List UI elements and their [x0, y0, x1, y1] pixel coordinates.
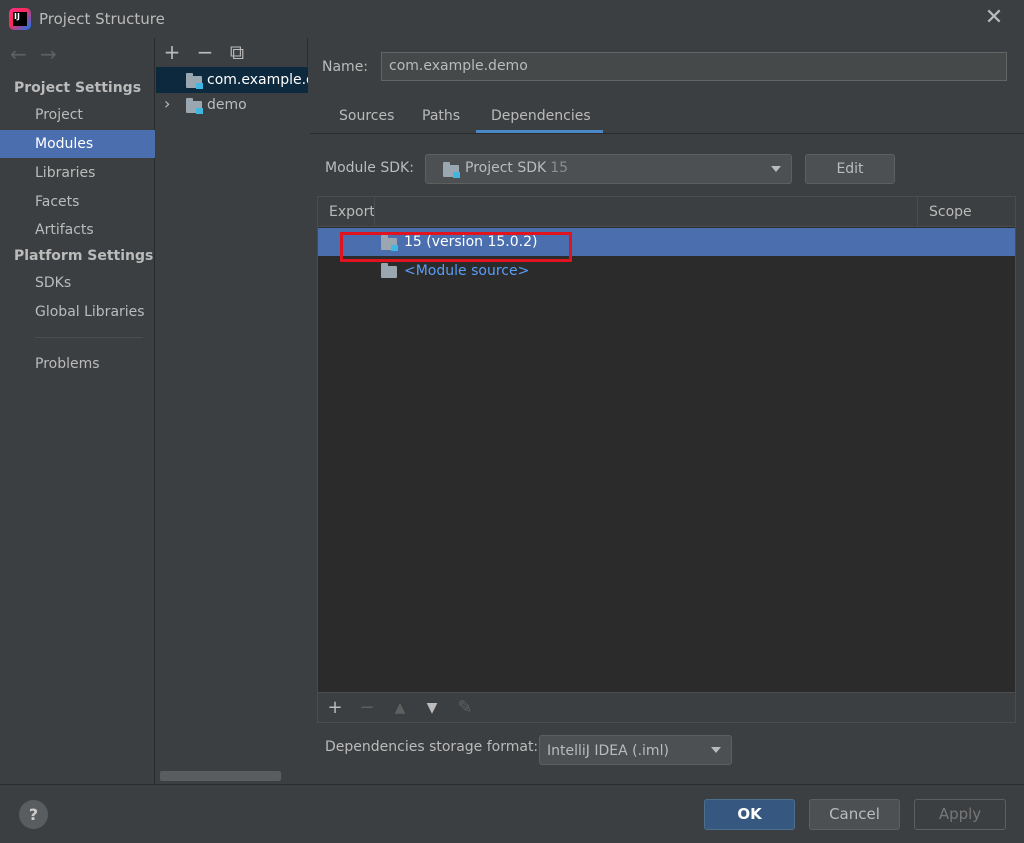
sidebar-divider	[35, 337, 143, 338]
move-down-icon[interactable]: ▼	[422, 700, 442, 716]
tree-item-demo[interactable]: › demo	[156, 92, 308, 118]
name-label: Name:	[322, 59, 369, 75]
sidebar-item-facets[interactable]: Facets	[0, 188, 155, 216]
tree-item-label: com.example.demo	[207, 72, 308, 88]
chevron-down-icon[interactable]	[711, 747, 721, 753]
add-icon[interactable]: +	[162, 40, 182, 64]
module-sdk-label: Module SDK:	[325, 160, 414, 176]
table-header	[318, 197, 1015, 227]
tabs-divider	[310, 133, 1024, 134]
horizontal-scrollbar[interactable]	[160, 771, 281, 781]
cancel-button[interactable]: Cancel	[809, 799, 900, 830]
column-header-scope[interactable]: Scope	[929, 204, 972, 220]
copy-icon[interactable]: ⧉	[227, 40, 247, 64]
close-icon[interactable]: ✕	[982, 6, 1006, 30]
project-settings-header: Project Settings	[14, 80, 142, 96]
sidebar-item-artifacts[interactable]: Artifacts	[0, 216, 155, 244]
sidebar-item-libraries[interactable]: Libraries	[0, 159, 155, 187]
sidebar-item-sdks[interactable]: SDKs	[0, 269, 155, 297]
forward-arrow-icon[interactable]: →	[40, 42, 57, 66]
sidebar-item-modules[interactable]: Modules	[0, 130, 155, 158]
module-folder-icon	[186, 98, 203, 114]
column-separator	[374, 197, 375, 227]
sdk-name: Project SDK	[465, 160, 547, 176]
module-source-label: <Module source>	[404, 263, 530, 279]
move-up-icon[interactable]: ▲	[390, 700, 410, 716]
sidebar-item-problems[interactable]: Problems	[0, 350, 155, 378]
storage-format-value: IntelliJ IDEA (.iml)	[547, 743, 669, 759]
sidebar-item-global-libraries[interactable]: Global Libraries	[0, 298, 155, 326]
ok-button[interactable]: OK	[704, 799, 795, 830]
tree-item-com-example-demo[interactable]: com.example.demo	[156, 67, 308, 93]
sdk-version: 15	[550, 160, 569, 176]
tab-sources[interactable]: Sources	[339, 108, 394, 134]
edit-sdk-button[interactable]: Edit	[805, 154, 895, 184]
window-title: Project Structure	[39, 10, 165, 28]
back-arrow-icon[interactable]: ←	[10, 42, 27, 66]
module-sdk-value: Project SDK 15	[465, 160, 568, 176]
remove-dependency-icon[interactable]: −	[357, 697, 377, 718]
bottom-divider	[0, 784, 1024, 785]
sdk-folder-icon	[443, 162, 460, 178]
intellij-logo-icon: IJ	[9, 8, 31, 30]
edit-dependency-icon[interactable]: ✎	[455, 697, 475, 718]
apply-button[interactable]: Apply	[914, 799, 1006, 830]
help-button[interactable]: ?	[19, 800, 48, 829]
platform-settings-header: Platform Settings	[14, 248, 154, 264]
chevron-right-icon[interactable]: ›	[164, 92, 170, 117]
tree-item-label: demo	[207, 97, 247, 113]
tab-paths[interactable]: Paths	[422, 108, 460, 134]
sidebar-item-project[interactable]: Project	[0, 101, 155, 129]
module-name-input[interactable]: com.example.demo	[381, 52, 1007, 81]
add-dependency-icon[interactable]: +	[325, 697, 345, 718]
module-tree	[156, 66, 308, 784]
column-separator	[917, 197, 918, 227]
source-folder-icon	[381, 263, 397, 278]
column-header-export[interactable]: Export	[329, 204, 375, 220]
module-folder-icon	[186, 73, 203, 89]
storage-format-label: Dependencies storage format:	[325, 739, 539, 755]
chevron-down-icon[interactable]	[771, 166, 781, 172]
remove-icon[interactable]: −	[195, 40, 215, 64]
